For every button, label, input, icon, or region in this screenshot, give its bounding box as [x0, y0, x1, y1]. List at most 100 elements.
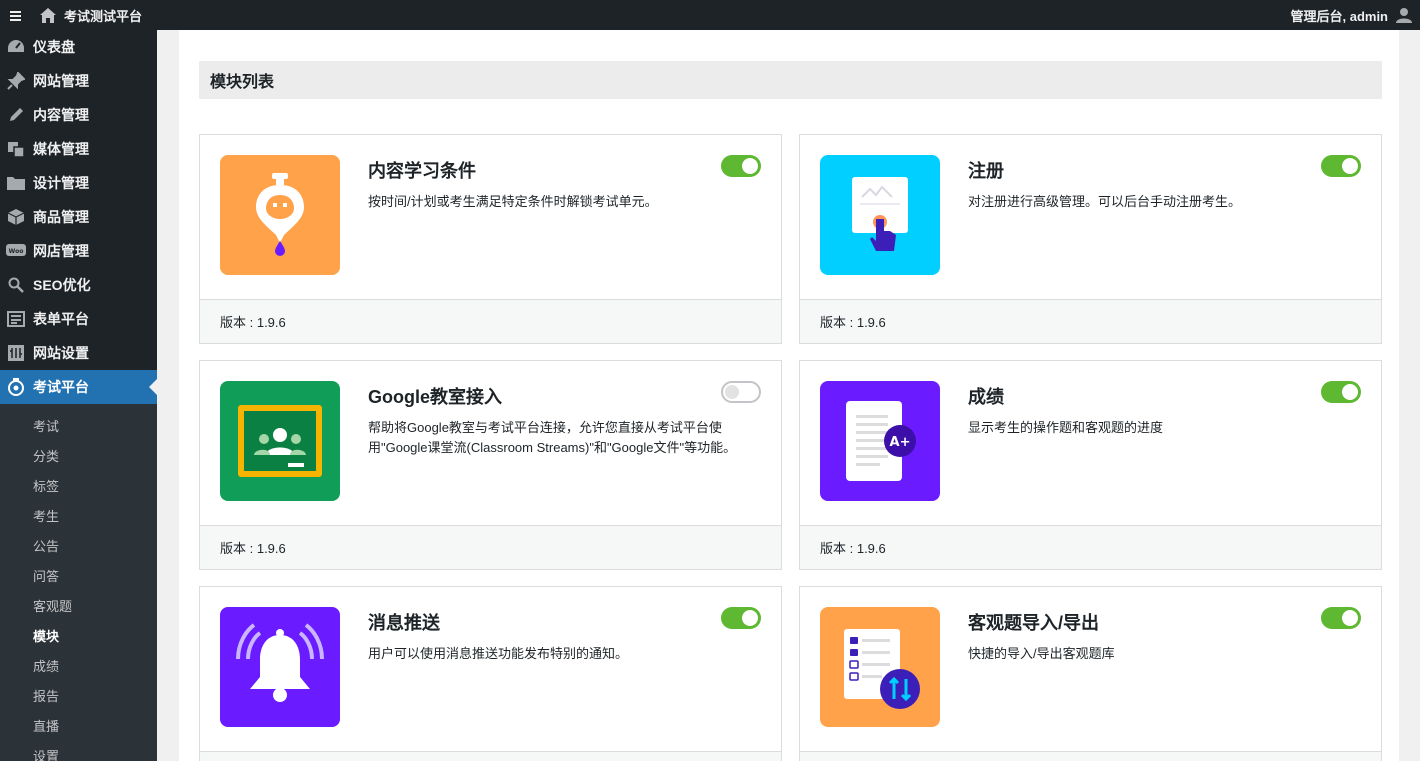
- folder-icon: [6, 173, 26, 193]
- sidebar-item-content[interactable]: 内容管理: [0, 98, 157, 132]
- register-icon: [852, 177, 908, 251]
- sidebar-item-products[interactable]: 商品管理: [0, 200, 157, 234]
- admin-bar: 考试测试平台 管理后台, admin: [0, 0, 1420, 30]
- search-icon: [6, 275, 26, 295]
- module-thumbnail: A+: [820, 381, 940, 501]
- sidebar-item-label: 网店管理: [33, 243, 89, 259]
- module-description: 按时间/计划或考生满足特定条件时解锁考试单元。: [368, 194, 658, 209]
- settings-icon: [6, 343, 26, 363]
- module-thumbnail: [220, 607, 340, 727]
- module-footer: 版本 : 1.9.6: [200, 525, 781, 569]
- media-icon: [6, 139, 26, 159]
- module-version: 版本 : 1.9.6: [220, 315, 286, 330]
- submenu-item-exams[interactable]: 考试: [0, 410, 157, 440]
- module-footer: 版本 : 1.9.6: [800, 299, 1381, 343]
- svg-text:Woo: Woo: [9, 248, 24, 255]
- import-export-icon: [844, 629, 920, 709]
- content-gutter-left: [157, 30, 179, 761]
- module-description: 显示考生的操作题和客观题的进度: [968, 420, 1164, 435]
- module-title: 内容学习条件: [368, 161, 476, 181]
- submenu-item-settings[interactable]: 设置: [0, 740, 157, 761]
- pin-icon: [6, 71, 26, 91]
- sidebar-item-label: 考试平台: [33, 379, 89, 395]
- module-card: 客观题导入/导出 快捷的导入/导出客观题库: [799, 586, 1382, 761]
- module-thumbnail: [220, 381, 340, 501]
- submenu-item-modules[interactable]: 模块: [0, 620, 157, 650]
- account-menu[interactable]: 管理后台, admin: [1290, 0, 1420, 30]
- sidebar-item-forms[interactable]: 表单平台: [0, 302, 157, 336]
- grade-icon: A+: [846, 401, 916, 481]
- sidebar-item-seo[interactable]: SEO优化: [0, 268, 157, 302]
- submenu-item-categories[interactable]: 分类: [0, 440, 157, 470]
- sidebar-item-label: 网站管理: [33, 73, 89, 89]
- module-thumbnail: [820, 607, 940, 727]
- section-title: 模块列表: [199, 61, 1382, 99]
- module-card: 消息推送 用户可以使用消息推送功能发布特别的通知。: [199, 586, 782, 761]
- module-title: Google教室接入: [368, 387, 502, 407]
- module-title: 成绩: [968, 387, 1004, 407]
- module-footer: 版本 : 1.9.6: [200, 299, 781, 343]
- module-toggle[interactable]: [1321, 381, 1361, 403]
- submenu-item-students[interactable]: 考生: [0, 500, 157, 530]
- module-toggle[interactable]: [1321, 607, 1361, 629]
- sidebar-item-dashboard[interactable]: 仪表盘: [0, 30, 157, 64]
- site-link[interactable]: 考试测试平台: [40, 0, 142, 30]
- user-avatar-icon: [1396, 8, 1412, 23]
- submenu-item-tags[interactable]: 标签: [0, 470, 157, 500]
- menu-toggle-button[interactable]: [0, 0, 30, 30]
- module-footer: [200, 751, 781, 761]
- sidebar-item-shop[interactable]: Woo 网店管理: [0, 234, 157, 268]
- exam-icon: [6, 377, 26, 397]
- admin-sidebar: 仪表盘 网站管理 内容管理 媒体管理 设计管理 商品管理 Woo 网店管理 SE…: [0, 30, 157, 761]
- submenu-item-qa[interactable]: 问答: [0, 560, 157, 590]
- module-title: 客观题导入/导出: [968, 613, 1100, 633]
- module-description: 用户可以使用消息推送功能发布特别的通知。: [368, 646, 629, 661]
- module-toggle[interactable]: [721, 607, 761, 629]
- module-toggle[interactable]: [721, 155, 761, 177]
- module-card: Google教室接入 帮助将Google教室与考试平台连接，允许您直接从考试平台…: [199, 360, 782, 570]
- submenu-item-reports[interactable]: 报告: [0, 680, 157, 710]
- sidebar-item-design[interactable]: 设计管理: [0, 166, 157, 200]
- module-version: 版本 : 1.9.6: [820, 541, 886, 556]
- sidebar-item-label: SEO优化: [33, 277, 91, 293]
- module-card: 注册 对注册进行高级管理。可以后台手动注册考生。 版本 : 1.9.6: [799, 134, 1382, 344]
- module-description: 快捷的导入/导出客观题库: [968, 646, 1115, 661]
- sidebar-item-media[interactable]: 媒体管理: [0, 132, 157, 166]
- module-card: 内容学习条件 按时间/计划或考生满足特定条件时解锁考试单元。 版本 : 1.9.…: [199, 134, 782, 344]
- module-title: 注册: [968, 161, 1004, 181]
- submenu-item-announcements[interactable]: 公告: [0, 530, 157, 560]
- module-version: 版本 : 1.9.6: [820, 315, 886, 330]
- edit-icon: [6, 105, 26, 125]
- drip-lock-icon: [256, 173, 304, 256]
- module-toggle[interactable]: [721, 381, 761, 403]
- module-version: 版本 : 1.9.6: [220, 541, 286, 556]
- content-gutter-right: [1399, 30, 1420, 761]
- module-thumbnail: [820, 155, 940, 275]
- sidebar-item-label: 设计管理: [33, 175, 89, 191]
- modules-panel: 模块列表 内容学习条件 按时间/计划或考生满足特定条件时解锁考试单元。 版本 :…: [179, 30, 1399, 761]
- module-toggle[interactable]: [1321, 155, 1361, 177]
- module-footer: [800, 751, 1381, 761]
- sidebar-item-label: 媒体管理: [33, 141, 89, 157]
- user-greeting: 管理后台, admin: [1290, 8, 1388, 24]
- form-icon: [6, 309, 26, 329]
- sidebar-item-settings[interactable]: 网站设置: [0, 336, 157, 370]
- sidebar-item-label: 内容管理: [33, 107, 89, 123]
- submenu-item-live[interactable]: 直播: [0, 710, 157, 740]
- sidebar-item-label: 网站设置: [33, 345, 89, 361]
- home-icon: [40, 7, 56, 23]
- module-thumbnail: [220, 155, 340, 275]
- submenu-item-objective[interactable]: 客观题: [0, 590, 157, 620]
- sidebar-item-label: 表单平台: [33, 311, 89, 327]
- exam-submenu: 考试 分类 标签 考生 公告 问答 客观题 模块 成绩 报告 直播 设置: [0, 404, 157, 761]
- sidebar-item-label: 商品管理: [33, 209, 89, 225]
- module-description: 对注册进行高级管理。可以后台手动注册考生。: [968, 194, 1242, 209]
- bell-icon: [236, 623, 324, 702]
- module-title: 消息推送: [368, 613, 440, 633]
- sidebar-item-label: 仪表盘: [33, 39, 75, 55]
- svg-text:A+: A+: [890, 435, 911, 450]
- sidebar-item-site[interactable]: 网站管理: [0, 64, 157, 98]
- module-description: 帮助将Google教室与考试平台连接，允许您直接从考试平台使用"Google课堂…: [368, 420, 737, 455]
- sidebar-item-exam[interactable]: 考试平台: [0, 370, 157, 404]
- submenu-item-grades[interactable]: 成绩: [0, 650, 157, 680]
